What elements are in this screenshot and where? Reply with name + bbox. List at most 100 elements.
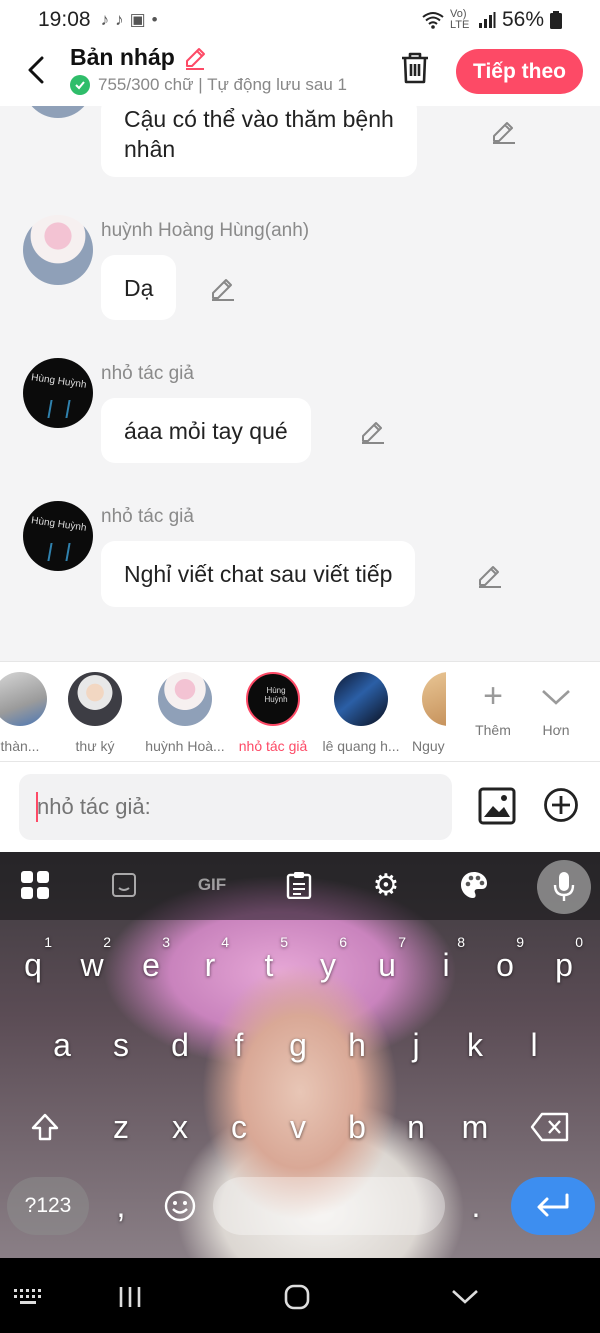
key[interactable]: c xyxy=(210,1092,268,1162)
settings-gear-icon[interactable]: ⚙ xyxy=(369,868,403,902)
backspace-icon xyxy=(530,1112,569,1142)
character-chip[interactable]: Nguy xyxy=(400,672,446,754)
clipboard-icon[interactable] xyxy=(282,868,316,902)
tiktok-icon: ♪ xyxy=(115,10,124,29)
key[interactable]: p0 xyxy=(535,930,593,1000)
sticker-icon[interactable] xyxy=(107,868,141,902)
character-chip[interactable]: thư ký xyxy=(45,672,145,754)
page-title: Bản nháp xyxy=(70,44,175,70)
shift-key[interactable] xyxy=(10,1092,80,1162)
more-characters-button[interactable]: Hơn xyxy=(526,676,586,738)
key[interactable]: l xyxy=(505,1010,563,1080)
edit-pencil-icon[interactable] xyxy=(477,562,503,588)
key[interactable]: a xyxy=(33,1010,91,1080)
add-circle-icon[interactable] xyxy=(543,787,579,823)
dot-icon: • xyxy=(151,10,158,29)
key[interactable]: n xyxy=(387,1092,445,1162)
key[interactable]: f xyxy=(210,1010,268,1080)
message-input[interactable] xyxy=(19,774,452,840)
character-avatar xyxy=(422,672,446,726)
edit-pencil-icon[interactable] xyxy=(360,418,386,444)
key[interactable]: h xyxy=(328,1010,386,1080)
speaker-name: nhỏ tác giả xyxy=(101,506,194,527)
backspace-key[interactable] xyxy=(515,1092,585,1162)
rename-pencil-icon[interactable] xyxy=(183,46,207,70)
key[interactable]: y6 xyxy=(299,930,357,1000)
key[interactable]: w2 xyxy=(63,930,121,1000)
enter-key[interactable] xyxy=(511,1177,595,1235)
character-chip-selected[interactable]: Hùng Huỳnh nhỏ tác giả xyxy=(223,672,323,754)
key[interactable]: t5 xyxy=(240,930,298,1000)
edit-pencil-icon[interactable] xyxy=(491,118,517,144)
character-avatar xyxy=(68,672,122,726)
avatar[interactable] xyxy=(23,106,93,118)
word-count-status: 755/300 chữ | Tự động lưu sau 1 xyxy=(98,75,348,94)
key[interactable]: z xyxy=(92,1092,150,1162)
battery-icon xyxy=(550,11,562,29)
key[interactable]: q1 xyxy=(4,930,62,1000)
key[interactable]: x xyxy=(151,1092,209,1162)
key[interactable]: s xyxy=(92,1010,150,1080)
speaker-name: nhỏ tác giả xyxy=(101,363,194,384)
message-bubble[interactable]: Dạ xyxy=(101,255,177,320)
trash-icon xyxy=(402,52,428,84)
plus-icon: + xyxy=(483,677,503,715)
hide-keyboard-button[interactable] xyxy=(445,1282,485,1312)
space-key[interactable] xyxy=(213,1177,445,1235)
chevron-down-icon xyxy=(542,690,570,705)
character-selector: thàn... thư ký huỳnh Hoà... Hùng Huỳnh n… xyxy=(0,661,600,762)
character-chip[interactable]: huỳnh Hoà... xyxy=(135,672,235,754)
recents-icon xyxy=(119,1287,141,1307)
microphone-icon[interactable] xyxy=(537,860,591,914)
back-button[interactable] xyxy=(20,52,52,88)
home-icon xyxy=(284,1284,310,1310)
emoji-key[interactable] xyxy=(151,1171,209,1241)
symbols-key[interactable]: ?123 xyxy=(7,1177,89,1235)
status-bar: 19:08 ♪ ♪ ▣ • Vo) LTE 56% xyxy=(0,0,600,40)
key[interactable]: d xyxy=(151,1010,209,1080)
key[interactable]: u7 xyxy=(358,930,416,1000)
key[interactable]: e3 xyxy=(122,930,180,1000)
chevron-down-icon xyxy=(452,1290,478,1304)
character-avatar: Hùng Huỳnh xyxy=(246,672,300,726)
chevron-left-icon xyxy=(28,56,44,84)
key[interactable]: k xyxy=(446,1010,504,1080)
apps-grid-icon[interactable] xyxy=(18,868,52,902)
palette-icon[interactable] xyxy=(457,868,491,902)
gif-button[interactable]: GIF xyxy=(191,868,233,902)
character-chip[interactable]: lê quang h... xyxy=(311,672,411,754)
period-key[interactable]: . xyxy=(447,1171,505,1241)
tiktok-icon: ♪ xyxy=(100,10,110,29)
message-bubble[interactable]: Cậu có thể vào thăm bệnh nhân xyxy=(101,106,417,177)
comma-key[interactable]: , xyxy=(92,1171,150,1241)
key[interactable]: b xyxy=(328,1092,386,1162)
key[interactable]: o9 xyxy=(476,930,534,1000)
avatar[interactable]: Hùng Huỳnh xyxy=(23,501,93,571)
smiley-icon xyxy=(164,1190,196,1222)
message-bubble[interactable]: Nghỉ viết chat sau viết tiếp xyxy=(101,541,416,607)
virtual-keyboard: GIF ⚙ q1 w2 e3 r4 t5 y6 u7 i8 o9 p0 a s … xyxy=(0,852,600,1258)
key[interactable]: j xyxy=(387,1010,445,1080)
wifi-icon xyxy=(422,12,444,29)
home-button[interactable] xyxy=(277,1282,317,1312)
avatar[interactable] xyxy=(23,215,93,285)
key[interactable]: r4 xyxy=(181,930,239,1000)
key[interactable]: g xyxy=(269,1010,327,1080)
delete-button[interactable] xyxy=(400,52,434,90)
character-avatar xyxy=(334,672,388,726)
key[interactable]: v xyxy=(269,1092,327,1162)
image-icon[interactable] xyxy=(478,787,516,825)
recent-apps-button[interactable] xyxy=(110,1282,150,1312)
key[interactable]: m xyxy=(446,1092,504,1162)
edit-pencil-icon[interactable] xyxy=(210,275,236,301)
shop-icon: ▣ xyxy=(129,10,146,29)
lte-label: Vo) LTE xyxy=(449,8,470,31)
add-character-button[interactable]: + Thêm xyxy=(463,676,523,738)
system-nav-bar xyxy=(0,1258,600,1333)
message-bubble[interactable]: áaa mỏi tay qué xyxy=(101,398,311,463)
key[interactable]: i8 xyxy=(417,930,475,1000)
avatar[interactable]: Hùng Huỳnh xyxy=(23,358,93,428)
character-avatar xyxy=(158,672,212,726)
keyboard-switch-icon[interactable] xyxy=(8,1282,48,1312)
next-button[interactable]: Tiếp theo xyxy=(456,49,583,94)
